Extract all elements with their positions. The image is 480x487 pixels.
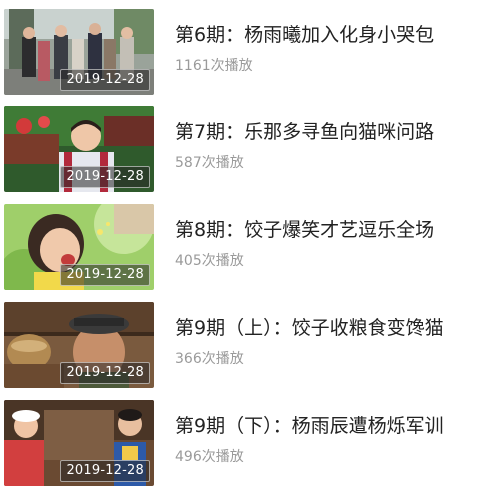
video-thumbnail[interactable]: 2019-12-28 xyxy=(4,204,154,290)
play-count: 1161次播放 xyxy=(175,58,253,74)
play-count: 587次播放 xyxy=(175,155,244,171)
date-badge: 2019-12-28 xyxy=(60,264,150,286)
video-thumbnail[interactable]: 2019-12-28 xyxy=(4,9,154,95)
episode-list: 2019-12-28 第6期：杨雨曦加入化身小哭包 1161次播放 2019-1… xyxy=(0,0,480,487)
play-count: 366次播放 xyxy=(175,351,244,367)
episode-item-6[interactable]: 2019-12-28 第6期：杨雨曦加入化身小哭包 1161次播放 xyxy=(0,9,480,97)
episode-title[interactable]: 第6期：杨雨曦加入化身小哭包 xyxy=(175,23,434,47)
date-badge: 2019-12-28 xyxy=(60,362,150,384)
episode-item-9a[interactable]: 2019-12-28 第9期（上）：饺子收粮食变馋猫 366次播放 xyxy=(0,302,480,390)
date-badge: 2019-12-28 xyxy=(60,460,150,482)
date-badge: 2019-12-28 xyxy=(60,69,150,91)
video-thumbnail[interactable]: 2019-12-28 xyxy=(4,400,154,486)
episode-item-9b[interactable]: 2019-12-28 第9期（下）：杨雨辰遭杨烁军训 496次播放 xyxy=(0,400,480,487)
episode-item-7[interactable]: 2019-12-28 第7期：乐那多寻鱼向猫咪问路 587次播放 xyxy=(0,106,480,194)
episode-title[interactable]: 第9期（上）：饺子收粮食变馋猫 xyxy=(175,316,444,340)
video-thumbnail[interactable]: 2019-12-28 xyxy=(4,302,154,388)
play-count: 405次播放 xyxy=(175,253,244,269)
episode-title[interactable]: 第7期：乐那多寻鱼向猫咪问路 xyxy=(175,120,434,144)
date-badge: 2019-12-28 xyxy=(60,166,150,188)
episode-title[interactable]: 第8期：饺子爆笑才艺逗乐全场 xyxy=(175,218,434,242)
play-count: 496次播放 xyxy=(175,449,244,465)
episode-item-8[interactable]: 2019-12-28 第8期：饺子爆笑才艺逗乐全场 405次播放 xyxy=(0,204,480,292)
video-thumbnail[interactable]: 2019-12-28 xyxy=(4,106,154,192)
episode-title[interactable]: 第9期（下）：杨雨辰遭杨烁军训 xyxy=(175,414,444,438)
